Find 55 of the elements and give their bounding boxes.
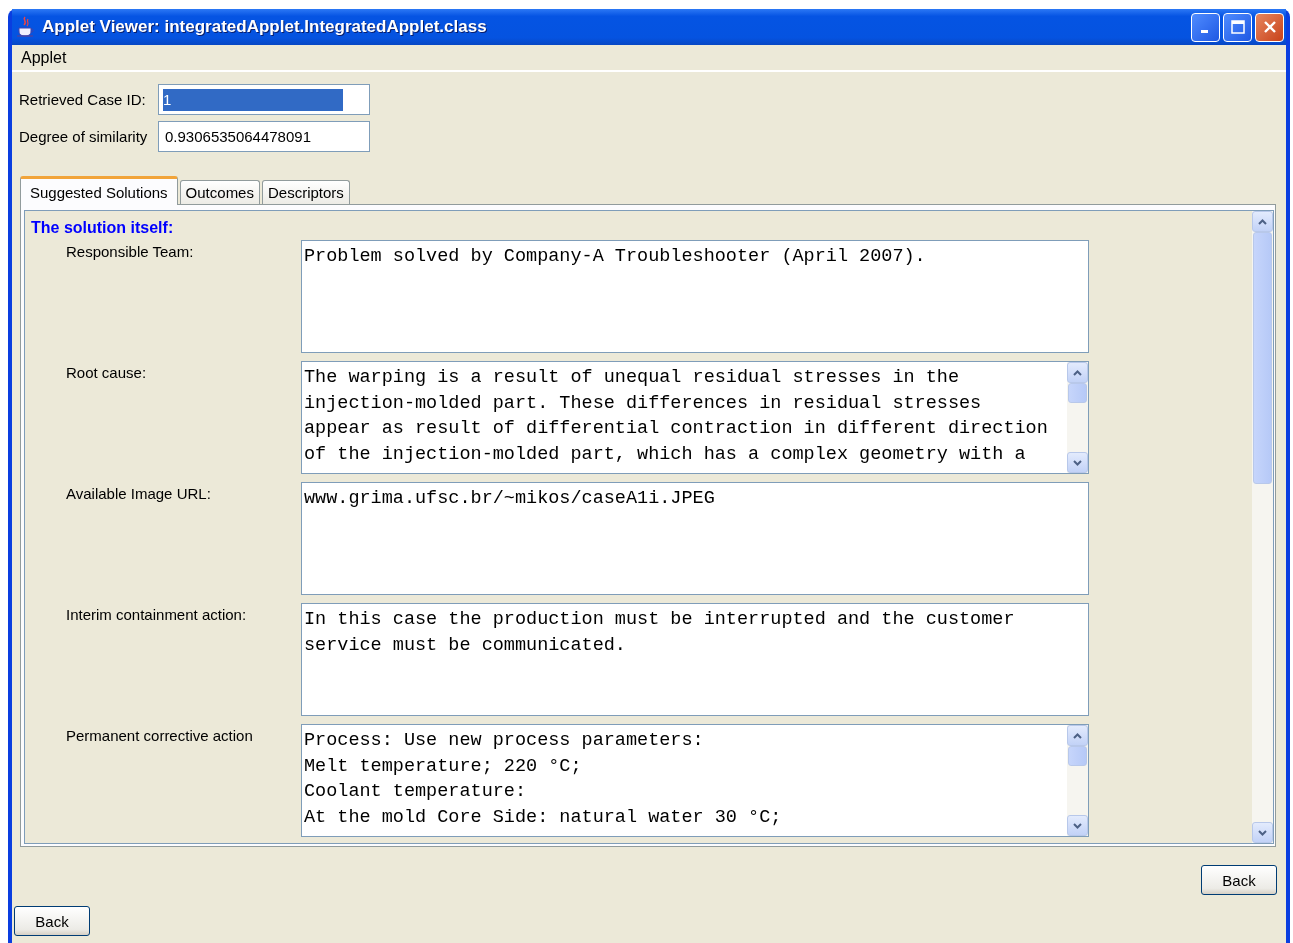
- text-area[interactable]: Problem solved by Company-A Troubleshooter (April 2007).: [301, 240, 1089, 353]
- text-area[interactable]: In this case the production must be interrupted and the customer service must be communicated.: [301, 603, 1089, 716]
- minimize-button[interactable]: [1191, 12, 1220, 42]
- scroll-up-button[interactable]: [1067, 362, 1088, 383]
- field-label: Retrieved Case ID:: [19, 91, 147, 108]
- text-line: injection-molded part. These differences in residual stresses: [304, 391, 982, 416]
- minimize-icon: [1200, 30, 1208, 33]
- text-line: In this case the production must be interrupted and the customer: [304, 608, 1015, 632]
- close-button[interactable]: [1255, 12, 1284, 42]
- scroll-up-button[interactable]: [1252, 211, 1273, 232]
- scroll-down-button[interactable]: [1252, 822, 1273, 843]
- text-line: of the injection-molded part, which has a complex geometry with a: [304, 442, 1026, 467]
- text-line: The warping is a result of unequal residual stresses in the: [304, 366, 959, 390]
- tab[interactable]: Outcomes: [179, 180, 260, 204]
- field-value: 0.9306535064478091: [164, 128, 311, 145]
- window-title: Applet Viewer: integratedApplet.IntegratedApplet.class: [42, 17, 488, 37]
- vertical-scrollbar[interactable]: [1067, 362, 1088, 473]
- scroll-down-button[interactable]: [1067, 452, 1088, 473]
- text-line: Melt temperature; 220 °C;: [304, 754, 582, 779]
- vertical-scrollbar[interactable]: [1252, 211, 1273, 843]
- text-line: Process: Use new process parameters:: [304, 729, 704, 753]
- text-line: At the mold Core Side: natural water 30 °C;: [304, 805, 782, 830]
- vertical-scrollbar[interactable]: [1067, 725, 1088, 836]
- section-heading: The solution itself:: [31, 219, 175, 238]
- text-field[interactable]: 0.9306535064478091: [158, 121, 370, 152]
- back-button[interactable]: Back: [14, 906, 90, 936]
- scrollbar-thumb[interactable]: [1068, 383, 1087, 403]
- text-field[interactable]: 1: [158, 84, 370, 115]
- text-line: www.grima.ufsc.br/~mikos/caseA1i.JPEG: [304, 487, 715, 511]
- coffee-cup-icon: [16, 16, 36, 38]
- menu-item[interactable]: Applet: [21, 48, 67, 67]
- tab[interactable]: Suggested Solutions: [20, 176, 178, 205]
- selected-text: 1: [163, 88, 343, 111]
- back-button[interactable]: Back: [1201, 865, 1277, 895]
- field-label: Responsible Team:: [65, 242, 195, 262]
- field-label: Available Image URL:: [65, 484, 212, 504]
- scroll-up-button[interactable]: [1067, 725, 1088, 746]
- close-icon: [1261, 19, 1278, 35]
- field-label: Permanent corrective action: [65, 726, 254, 746]
- text-line: service must be communicated.: [304, 633, 626, 658]
- field-label: Interim containment action:: [65, 605, 248, 625]
- scrollbar-thumb[interactable]: [1068, 746, 1087, 766]
- field-label: Root cause:: [65, 363, 148, 383]
- scroll-down-button[interactable]: [1067, 815, 1088, 836]
- text-line: Coolant temperature:: [304, 780, 527, 804]
- text-line: Problem solved by Company-A Troubleshooter (April 2007).: [304, 245, 926, 269]
- maximize-button[interactable]: [1223, 12, 1252, 42]
- text-area[interactable]: www.grima.ufsc.br/~mikos/caseA1i.JPEG: [301, 482, 1089, 595]
- tab[interactable]: Descriptors: [261, 180, 350, 204]
- field-label: Degree of similarity: [19, 128, 149, 145]
- maximize-icon: [1229, 19, 1246, 35]
- text-line: appear as result of differential contraction in different direction: [304, 417, 1048, 441]
- text-area[interactable]: [301, 361, 1089, 474]
- text-area[interactable]: Process: Use new process parameters: Melt temperature; 220 °C; Coolant temperature: At the mold Core Side: natural water 30 °C;: [301, 724, 1089, 837]
- scrollbar-thumb[interactable]: [1253, 232, 1272, 484]
